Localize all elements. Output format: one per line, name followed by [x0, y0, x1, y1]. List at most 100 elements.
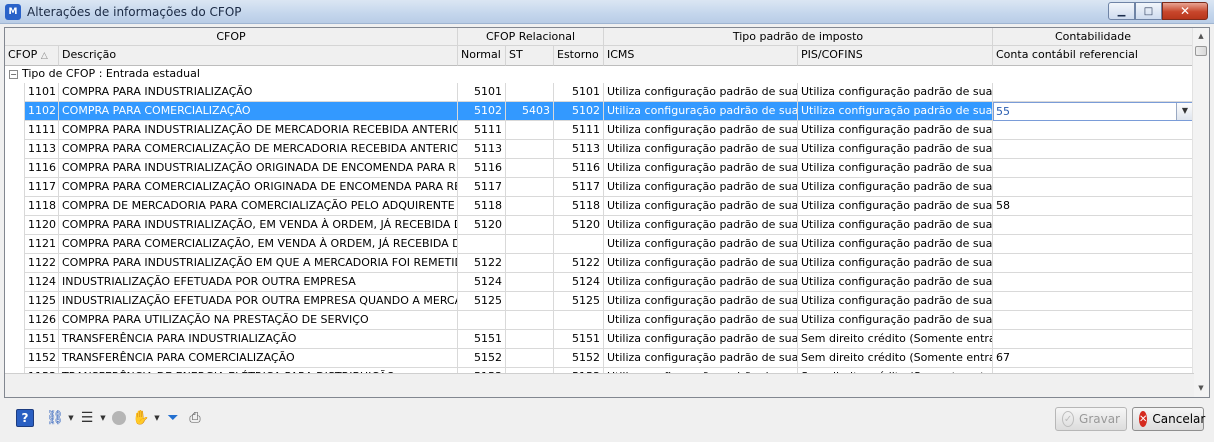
col-header-pis[interactable]: PIS/COFINS — [798, 46, 993, 66]
table-row[interactable]: 1152 TRANSFERÊNCIA PARA COMERCIALIZAÇÃO 51… — [5, 349, 1194, 368]
list-icon: ☰ — [80, 410, 94, 426]
col-header-normal[interactable]: Normal — [458, 46, 506, 66]
cell-normal: 5122 — [458, 254, 506, 273]
cell-conta[interactable] — [993, 330, 1194, 349]
cell-icms: Utiliza configuração padrão de sua orige — [604, 292, 798, 311]
cell-conta[interactable] — [993, 235, 1194, 254]
cell-normal: 5116 — [458, 159, 506, 178]
hierarchy-dropdown-icon[interactable]: ▼ — [66, 414, 76, 422]
cell-estorno: 5113 — [554, 140, 604, 159]
conta-editor-value: 55 — [996, 105, 1010, 118]
maximize-button[interactable]: □ — [1135, 2, 1162, 20]
cell-cfop: 1113 — [25, 140, 59, 159]
cell-conta[interactable]: 67 — [993, 349, 1194, 368]
check-icon: ✓ — [1062, 411, 1075, 427]
circle-icon — [112, 411, 126, 425]
cell-conta[interactable] — [993, 121, 1194, 140]
table-row[interactable]: 1126 COMPRA PARA UTILIZAÇÃO NA PRESTAÇÃO … — [5, 311, 1194, 330]
title-bar: M Alterações de informações do CFOP ▁ □ … — [0, 0, 1214, 24]
table-row[interactable]: 1124 INDUSTRIALIZAÇÃO EFETUADA POR OUTRA … — [5, 273, 1194, 292]
dropdown-icon[interactable]: ▼ — [1176, 103, 1193, 120]
col-header-estorno[interactable]: Estorno — [554, 46, 604, 66]
help-button[interactable]: ? — [14, 407, 36, 429]
col-header-conta[interactable]: Conta contábil referencial — [993, 46, 1194, 66]
grid-footer — [5, 373, 1194, 397]
scroll-down-icon[interactable]: ▼ — [1193, 380, 1209, 397]
bottom-toolbar: ? ⛓ ▼ ☰ ▼ ✋ ▼ ⏷ ⎙ — [14, 406, 206, 430]
cell-icms: Utiliza configuração padrão de sua orige — [604, 330, 798, 349]
cfop-grid[interactable]: CFOP CFOP Relacional Tipo padrão de impo… — [4, 27, 1210, 398]
collapse-icon[interactable]: − — [9, 70, 18, 79]
cell-conta[interactable] — [993, 254, 1194, 273]
cell-st: 5403 — [506, 102, 554, 121]
list-button[interactable]: ☰ — [76, 407, 98, 429]
table-row[interactable]: 1120 COMPRA PARA INDUSTRIALIZAÇÃO, EM VEN… — [5, 216, 1194, 235]
cell-estorno: 5101 — [554, 83, 604, 102]
cell-cfop: 1151 — [25, 330, 59, 349]
cell-descricao: COMPRA PARA UTILIZAÇÃO NA PRESTAÇÃO DE S… — [59, 311, 458, 330]
cell-descricao: COMPRA PARA COMERCIALIZAÇÃO ORIGINADA DE… — [59, 178, 458, 197]
conta-editor[interactable]: 55 ▼ — [993, 102, 1194, 121]
cell-estorno: 5118 — [554, 197, 604, 216]
col-header-cfop[interactable]: CFOP △ — [5, 46, 59, 66]
cell-conta[interactable] — [993, 273, 1194, 292]
cell-icms: Utiliza configuração padrão de sua orige — [604, 159, 798, 178]
scroll-up-icon[interactable]: ▲ — [1193, 28, 1209, 45]
cell-pis: Utiliza configuração padrão de sua orige — [798, 254, 993, 273]
table-row[interactable]: 1116 COMPRA PARA INDUSTRIALIZAÇÃO ORIGINA… — [5, 159, 1194, 178]
col-header-st[interactable]: ST — [506, 46, 554, 66]
table-row[interactable]: 1122 COMPRA PARA INDUSTRIALIZAÇÃO EM QUE … — [5, 254, 1194, 273]
table-row[interactable]: 1102 COMPRA PARA COMERCIALIZAÇÃO 5102 5403 5… — [5, 102, 1194, 121]
cell-st — [506, 121, 554, 140]
cell-descricao: INDUSTRIALIZAÇÃO EFETUADA POR OUTRA EMPR… — [59, 292, 458, 311]
table-row[interactable]: 1125 INDUSTRIALIZAÇÃO EFETUADA POR OUTRA … — [5, 292, 1194, 311]
cell-conta[interactable] — [993, 83, 1194, 102]
cell-pis: Sem direito crédito (Somente entrada)(C: — [798, 349, 993, 368]
table-row[interactable]: 1101 COMPRA PARA INDUSTRIALIZAÇÃO 5101 5101… — [5, 83, 1194, 102]
cell-conta[interactable] — [993, 292, 1194, 311]
cell-st — [506, 178, 554, 197]
cell-icms: Utiliza configuração padrão de sua orige — [604, 349, 798, 368]
table-row[interactable]: 1118 COMPRA DE MERCADORIA PARA COMERCIALI… — [5, 197, 1194, 216]
group-row[interactable]: − Tipo de CFOP : Entrada estadual — [5, 66, 1194, 83]
table-row[interactable]: 1121 COMPRA PARA COMERCIALIZAÇÃO, EM VEND… — [5, 235, 1194, 254]
cell-normal: 5118 — [458, 197, 506, 216]
close-button[interactable]: ✕ — [1162, 2, 1208, 20]
cell-conta[interactable] — [993, 140, 1194, 159]
table-row[interactable]: 1113 COMPRA PARA COMERCIALIZAÇÃO DE MERCA… — [5, 140, 1194, 159]
cell-cfop: 1120 — [25, 216, 59, 235]
hierarchy-button[interactable]: ⛓ — [44, 407, 66, 429]
cell-pis: Utiliza configuração padrão de sua orige — [798, 102, 993, 121]
vertical-scrollbar[interactable]: ▲ ▼ — [1192, 28, 1209, 397]
cell-st — [506, 197, 554, 216]
gravar-button[interactable]: ✓ Gravar — [1055, 407, 1127, 431]
cell-conta[interactable]: 58 — [993, 197, 1194, 216]
hand-icon: ✋ — [132, 410, 150, 426]
cancelar-button[interactable]: ✕ Cancelar — [1132, 407, 1205, 431]
print-button[interactable]: ⎙ — [184, 407, 206, 429]
cell-estorno: 5111 — [554, 121, 604, 140]
cell-st — [506, 273, 554, 292]
minimize-button[interactable]: ▁ — [1108, 2, 1135, 20]
table-row[interactable]: 1117 COMPRA PARA COMERCIALIZAÇÃO ORIGINAD… — [5, 178, 1194, 197]
filter-button[interactable]: ⏷ — [162, 407, 184, 429]
table-row[interactable]: 1111 COMPRA PARA INDUSTRIALIZAÇÃO DE MERC… — [5, 121, 1194, 140]
cell-estorno: 5122 — [554, 254, 604, 273]
cell-conta[interactable] — [993, 159, 1194, 178]
scroll-thumb[interactable] — [1195, 46, 1207, 56]
cell-pis: Utiliza configuração padrão de sua orige — [798, 121, 993, 140]
col-header-icms[interactable]: ICMS — [604, 46, 798, 66]
hand-button[interactable]: ✋ — [130, 407, 152, 429]
cell-icms: Utiliza configuração padrão de sua orige — [604, 140, 798, 159]
cell-estorno: 5152 — [554, 349, 604, 368]
cell-cfop: 1152 — [25, 349, 59, 368]
table-row[interactable]: 1151 TRANSFERÊNCIA PARA INDUSTRIALIZAÇÃO 5… — [5, 330, 1194, 349]
cell-conta[interactable] — [993, 178, 1194, 197]
circle-button[interactable] — [108, 407, 130, 429]
hand-dropdown-icon[interactable]: ▼ — [152, 414, 162, 422]
cell-conta[interactable] — [993, 216, 1194, 235]
cell-conta[interactable] — [993, 311, 1194, 330]
cell-pis: Utiliza configuração padrão de sua orige — [798, 311, 993, 330]
col-header-descricao[interactable]: Descrição — [59, 46, 458, 66]
list-dropdown-icon[interactable]: ▼ — [98, 414, 108, 422]
